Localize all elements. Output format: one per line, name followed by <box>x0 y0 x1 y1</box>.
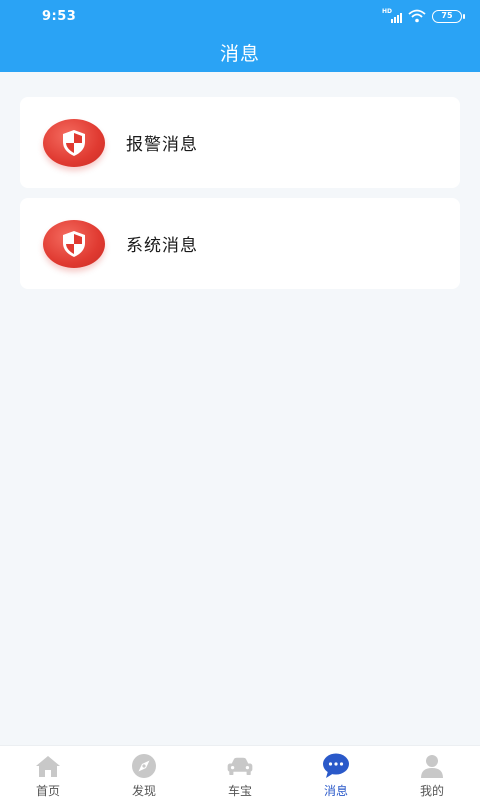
app-header: 消息 <box>0 32 480 72</box>
system-message-item[interactable]: 系统消息 <box>20 198 460 289</box>
tab-car-label: 车宝 <box>227 784 252 798</box>
tab-messages-label: 消息 <box>323 784 348 798</box>
tab-discover-label: 发现 <box>131 784 156 798</box>
status-icons: HD 75 <box>382 8 465 23</box>
tab-profile[interactable]: 我的 <box>384 746 480 800</box>
battery-level: 75 <box>441 11 453 20</box>
shield-icon <box>43 118 105 167</box>
car-icon <box>226 753 254 779</box>
page-title: 消息 <box>219 42 260 65</box>
signal-icon: HD <box>382 8 402 23</box>
system-message-label: 系统消息 <box>126 236 198 256</box>
wifi-icon <box>408 9 426 23</box>
tab-home-label: 首页 <box>35 784 60 798</box>
chat-icon <box>322 753 350 779</box>
status-bar: 9:53 HD 75 <box>0 0 480 32</box>
home-icon <box>34 753 62 779</box>
shield-icon <box>43 219 105 268</box>
person-icon <box>418 753 446 779</box>
bottom-tab-bar: 首页 发现 车宝 消息 我的 <box>0 745 480 800</box>
tab-messages[interactable]: 消息 <box>288 746 384 800</box>
alarm-message-label: 报警消息 <box>126 135 198 155</box>
battery-icon: 75 <box>432 9 465 23</box>
tab-home[interactable]: 首页 <box>0 746 96 800</box>
alarm-message-item[interactable]: 报警消息 <box>20 97 460 188</box>
tab-discover[interactable]: 发现 <box>96 746 192 800</box>
status-time: 9:53 <box>42 8 77 24</box>
tab-profile-label: 我的 <box>419 784 444 798</box>
tab-car[interactable]: 车宝 <box>192 746 288 800</box>
compass-icon <box>130 753 158 779</box>
